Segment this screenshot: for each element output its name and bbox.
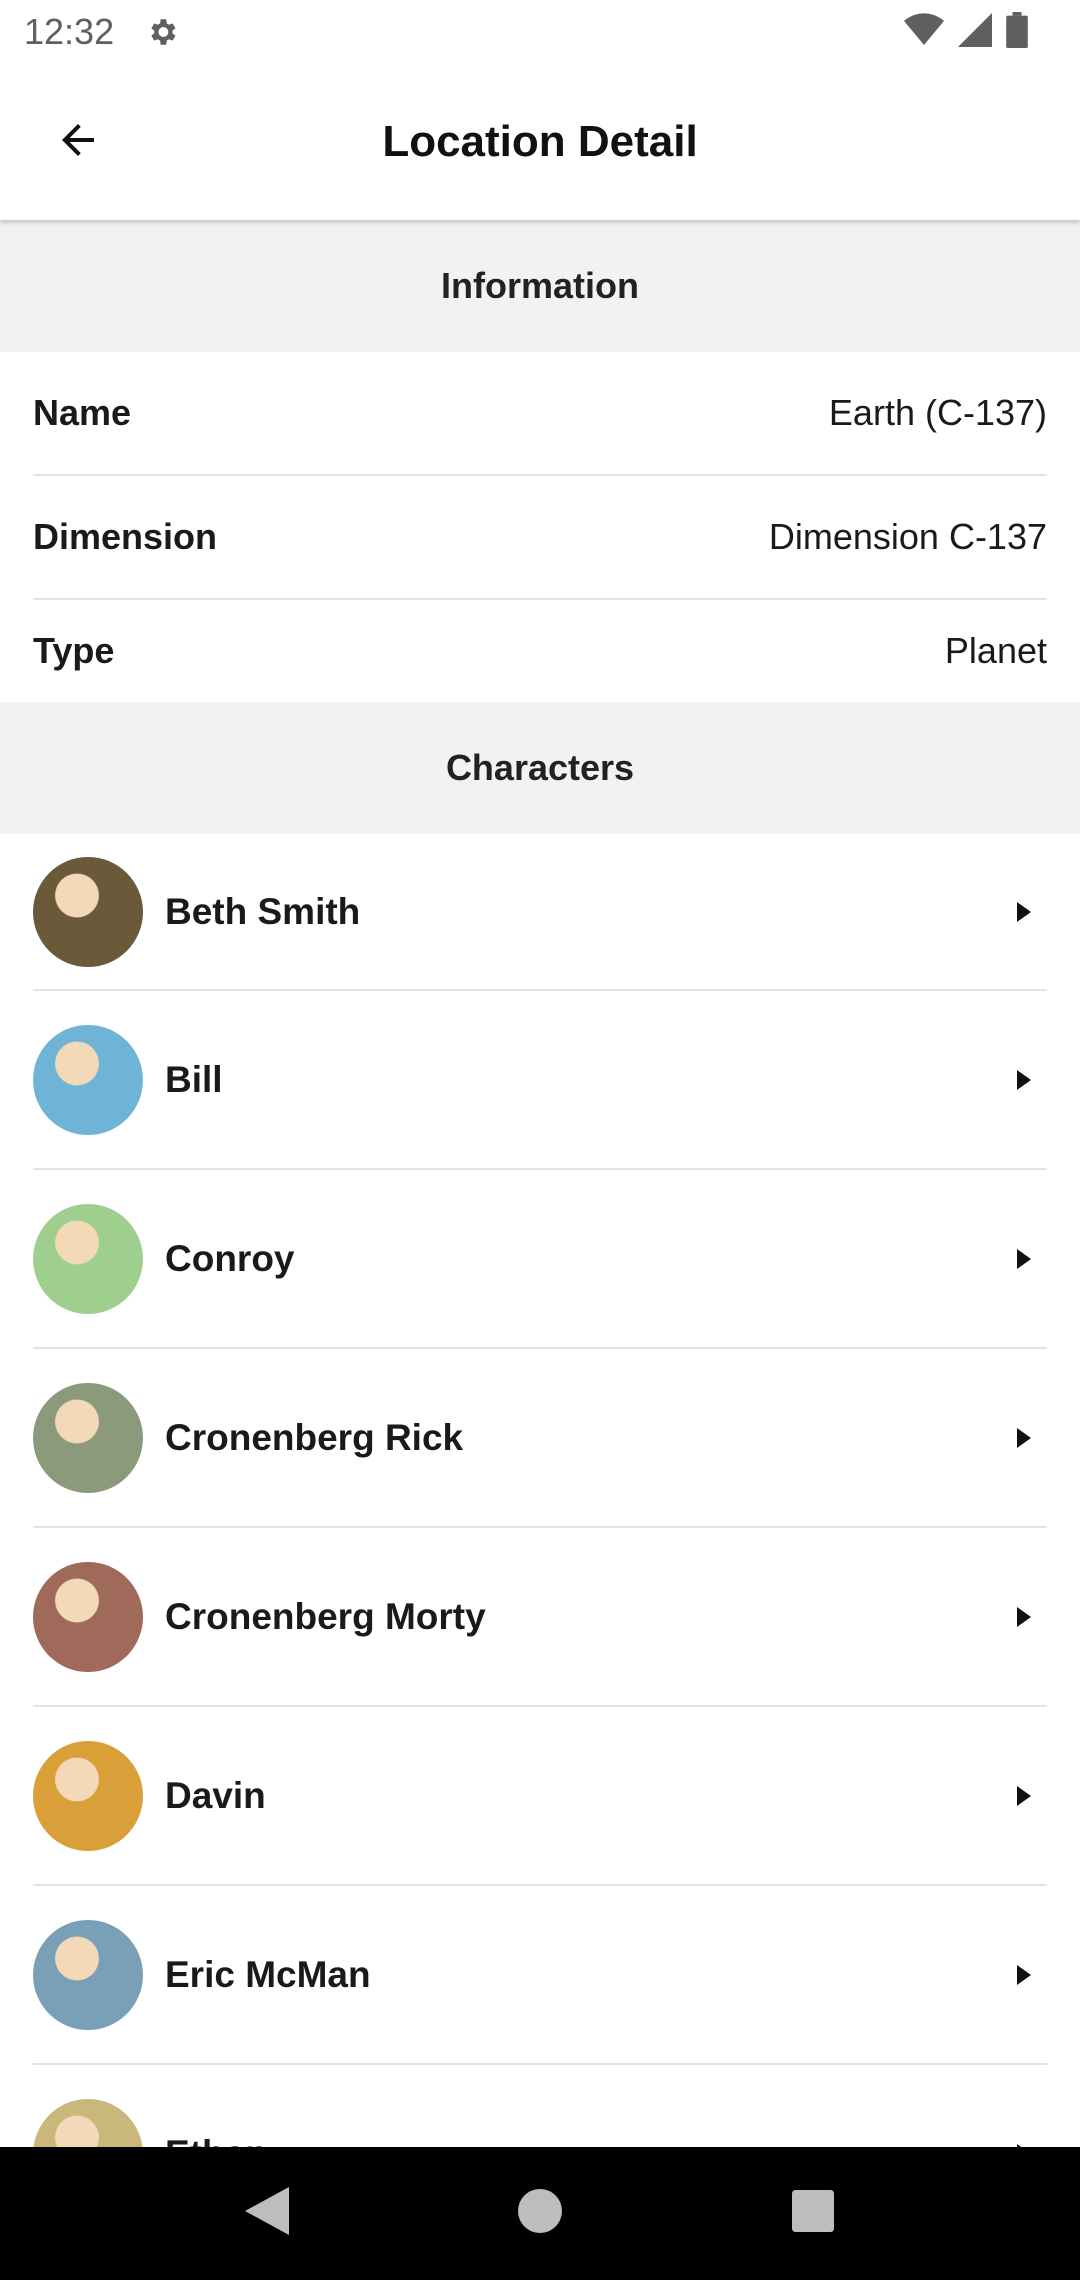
chevron-right-icon (1009, 1960, 1039, 1990)
information-list: Name Earth (C-137) Dimension Dimension C… (0, 352, 1080, 702)
character-row[interactable]: Ethan (33, 2065, 1047, 2147)
chevron-right-icon (1009, 897, 1039, 927)
character-row[interactable]: Eric McMan (33, 1886, 1047, 2065)
wifi-icon (904, 12, 944, 52)
character-name: Beth Smith (165, 890, 361, 932)
home-circle-icon (517, 2189, 562, 2238)
status-icons (904, 11, 1056, 53)
info-value: Dimension C-137 (768, 516, 1047, 557)
avatar (33, 1740, 143, 1851)
avatar (33, 2098, 143, 2147)
recents-square-icon (792, 2190, 835, 2237)
navigation-bar (0, 2147, 1080, 2280)
nav-back-button[interactable] (222, 2169, 312, 2259)
info-value: Earth (C-137) (828, 392, 1047, 433)
info-row-dimension: Dimension Dimension C-137 (33, 476, 1047, 600)
arrow-left-icon (54, 116, 102, 169)
characters-header: Characters (0, 702, 1080, 834)
avatar (33, 1561, 143, 1672)
back-button[interactable] (40, 104, 116, 180)
battery-icon (1006, 11, 1028, 53)
screen: 12:32 Location Detail Information Name E… (0, 0, 1080, 2280)
avatar (33, 1382, 143, 1493)
nav-recents-button[interactable] (768, 2169, 858, 2259)
chevron-right-icon (1009, 1244, 1039, 1274)
status-bar: 12:32 (0, 0, 1080, 64)
character-row[interactable]: Conroy (33, 1170, 1047, 1349)
page-title: Location Detail (382, 117, 698, 166)
character-name: Conroy (165, 1237, 295, 1279)
info-value: Planet (944, 630, 1047, 671)
character-row[interactable]: Bill (33, 991, 1047, 1170)
status-time: 12:32 (24, 11, 115, 52)
app-bar: Location Detail (0, 64, 1080, 220)
info-label: Name (33, 392, 132, 433)
avatar (33, 1919, 143, 2030)
info-row-type: Type Planet (33, 600, 1047, 702)
info-label: Type (33, 630, 115, 671)
character-row[interactable]: Beth Smith (33, 834, 1047, 991)
nav-home-button[interactable] (495, 2169, 585, 2259)
information-header: Information (0, 220, 1080, 352)
avatar (33, 1024, 143, 1135)
characters-list: Beth Smith Bill Conroy Cronenberg Rick C (0, 834, 1080, 2147)
character-name: Bill (165, 1058, 223, 1100)
chevron-right-icon (1009, 1781, 1039, 1811)
character-row[interactable]: Davin (33, 1707, 1047, 1886)
chevron-right-icon (1009, 1065, 1039, 1095)
chevron-right-icon (1009, 2139, 1039, 2147)
info-row-name: Name Earth (C-137) (33, 352, 1047, 476)
character-row[interactable]: Cronenberg Rick (33, 1349, 1047, 1528)
gear-icon (144, 14, 180, 50)
info-label: Dimension (33, 516, 218, 557)
character-name: Davin (165, 1774, 266, 1816)
back-triangle-icon (244, 2187, 289, 2240)
character-name: Cronenberg Morty (165, 1595, 486, 1637)
character-name: Eric McMan (165, 1953, 371, 1995)
chevron-right-icon (1009, 1602, 1039, 1632)
avatar (33, 1203, 143, 1314)
avatar (33, 856, 143, 967)
content-scroll[interactable]: Information Name Earth (C-137) Dimension… (0, 220, 1080, 2147)
chevron-right-icon (1009, 1423, 1039, 1453)
character-name: Cronenberg Rick (165, 1416, 464, 1458)
character-name: Ethan (165, 2133, 1009, 2148)
character-row[interactable]: Cronenberg Morty (33, 1528, 1047, 1707)
signal-icon (958, 12, 992, 52)
